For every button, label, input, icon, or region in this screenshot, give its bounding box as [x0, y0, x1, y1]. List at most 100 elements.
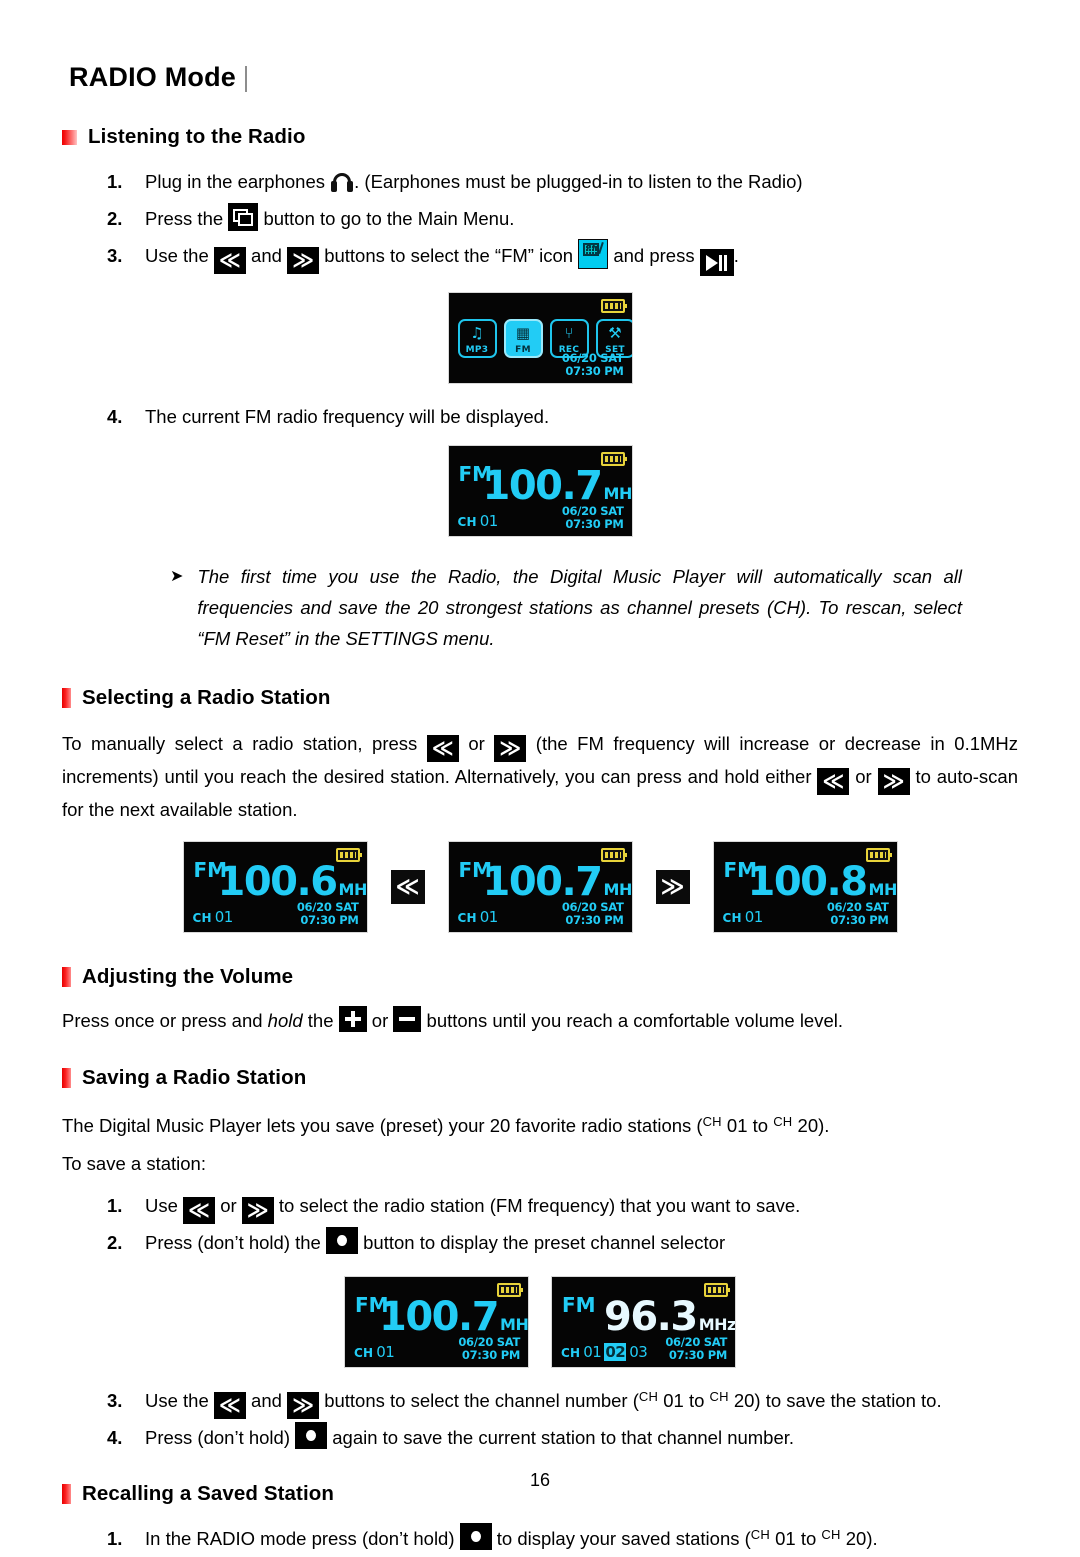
para-part2: or: [468, 733, 485, 754]
list-item: 3. Use the ≪ and ≫ buttons to select the…: [107, 237, 1018, 276]
lcd-time: 07:30 PM: [668, 1348, 727, 1362]
arrow-bullet-icon: ➤: [170, 568, 184, 585]
ch-option-3: 03: [629, 1343, 648, 1361]
page-number: 16: [529, 1470, 551, 1490]
next-button-icon: ≫: [655, 870, 690, 904]
step-text-before: Plug in the earphones: [145, 171, 325, 192]
lcd-datetime: 06/20 SAT 07:30 PM: [562, 901, 624, 927]
battery-icon: [600, 452, 627, 466]
step-number: 4.: [107, 1427, 123, 1448]
ch-label: CH: [457, 911, 477, 925]
step-num1: 01 to: [775, 1528, 817, 1549]
freq-unit: MHz: [698, 1315, 736, 1334]
title-divider: [245, 65, 247, 92]
freq-number: 100.8: [747, 859, 869, 905]
next-button-icon: ≫: [494, 735, 527, 762]
section-heading-listening: Listening to the Radio: [62, 125, 1018, 149]
record-select-button-icon: [325, 1227, 358, 1254]
headphones-icon: [330, 172, 354, 192]
battery-icon: [600, 848, 627, 862]
saving-steps-3-4: 3. Use the ≪ and ≫ buttons to select the…: [107, 1378, 1018, 1456]
ch-value: 01: [214, 908, 234, 926]
step-number: 3.: [107, 1390, 123, 1411]
step-num2: 20).: [845, 1528, 878, 1549]
mp3-glyph-icon: ♫: [470, 324, 484, 342]
step-text-after: . (Earphones must be plugged-in to liste…: [354, 171, 803, 192]
ch-option-2-selected: 02: [604, 1343, 627, 1361]
battery-icon: [335, 848, 362, 862]
saving-steps-1-2: 1. Use ≪ or ≫ to select the radio statio…: [107, 1187, 1018, 1261]
step-number: 1.: [107, 171, 123, 192]
previous-button-icon: ≪: [183, 1197, 216, 1224]
lcd-fm-label: FM: [562, 1293, 596, 1317]
heading-text: Saving a Radio Station: [82, 1066, 307, 1089]
step-text-part5: .: [733, 245, 739, 266]
ch-value: 01: [479, 512, 499, 530]
bullet-square-icon: [62, 129, 77, 145]
step-text-part2: to display your saved stations (: [496, 1528, 751, 1549]
ch-value: 01: [479, 908, 499, 926]
para-part2: the: [307, 1010, 334, 1031]
lcd-fm-screen-100-6: FM 100.6MHz CH01 06/20 SAT 07:30 PM: [182, 841, 368, 933]
step-text-part1: In the RADIO mode press (don’t hold): [145, 1528, 455, 1549]
list-item: 1. Plug in the earphones . (Earphones mu…: [107, 163, 1018, 200]
lcd-fm-screen-100-8: FM 100.8MHz CH01 06/20 SAT 07:30 PM: [712, 841, 898, 933]
ch-superscript: CH: [709, 1389, 729, 1404]
previous-button-icon: ≪: [213, 1392, 246, 1419]
step-text-part1: Press (don’t hold) the: [145, 1232, 321, 1253]
para-hold-emphasis: hold: [267, 1010, 303, 1031]
freq-number: 100.7: [482, 463, 604, 509]
section-heading-selecting: Selecting a Radio Station: [62, 686, 1018, 710]
step-text: The current FM radio frequency will be d…: [145, 406, 550, 427]
lcd-datetime: 06/20 SAT 07:30 PM: [562, 352, 624, 378]
previous-button-icon: ≪: [213, 247, 246, 274]
lcd-channel: CH 01: [723, 908, 764, 926]
ch-value: 01: [376, 1343, 395, 1361]
lcd-datetime: 06/20 SAT 07:30 PM: [665, 1336, 727, 1362]
list-item: 4. The current FM radio frequency will b…: [107, 398, 1018, 435]
lcd-datetime: 06/20 SAT 07:30 PM: [297, 901, 359, 927]
step-number: 2.: [107, 208, 123, 229]
note-text: The first time you use the Radio, the Di…: [197, 566, 962, 649]
step-text: In the RADIO mode press (don’t hold) to …: [145, 1516, 1018, 1557]
list-item: 1. Use ≪ or ≫ to select the radio statio…: [107, 1187, 1018, 1224]
menu-button-icon: [228, 203, 259, 231]
freq-unit: MHz: [338, 880, 367, 899]
play-pause-button-icon: [699, 249, 734, 276]
volume-down-button-icon: [393, 1006, 422, 1032]
lcd-channel: CH 01: [457, 908, 499, 926]
para-part3: or: [371, 1010, 389, 1031]
para-part4: or: [855, 766, 872, 787]
step-num1: 01 to: [663, 1390, 705, 1411]
next-button-icon: ≫: [241, 1197, 274, 1224]
list-item: 1. In the RADIO mode press (don’t hold) …: [107, 1516, 1018, 1557]
fm-glyph-icon: ▦: [515, 324, 531, 342]
record-select-button-icon: [459, 1523, 492, 1550]
list-item: 4. Press (don’t hold) again to save the …: [107, 1419, 1018, 1456]
heading-text: Selecting a Radio Station: [82, 686, 331, 709]
ch-label: CH: [192, 911, 212, 925]
bullet-square-icon: [62, 967, 71, 987]
selecting-paragraph: To manually select a radio station, pres…: [62, 729, 1018, 825]
heading-text: Listening to the Radio: [88, 125, 306, 148]
fm-icon-label: FM: [585, 244, 601, 253]
set-glyph-icon: ⚒: [608, 324, 622, 342]
lcd-channel-selector: CH 01 02 03: [561, 1343, 648, 1361]
next-button-icon: ≫: [877, 768, 910, 795]
page-title: RADIO Mode: [69, 62, 1018, 93]
page-title-text: RADIO Mode: [69, 62, 236, 92]
step-text-part1: Press (don’t hold): [145, 1427, 290, 1448]
step-number: 1.: [107, 1528, 123, 1549]
previous-button-icon: ≪: [426, 735, 459, 762]
step-text-part2: and: [251, 1390, 282, 1411]
battery-icon: [865, 848, 892, 862]
lcd-time: 07:30 PM: [565, 517, 624, 531]
step-text: Plug in the earphones . (Earphones must …: [145, 163, 1018, 200]
step-text-part3: buttons to select the channel number (: [324, 1390, 639, 1411]
lcd-main-menu-screen: ♫ MP3 ▦ FM ⑂ REC ⚒ SET 06/20 SAT 07:30 P…: [447, 292, 633, 384]
listening-steps: 1. Plug in the earphones . (Earphones mu…: [107, 163, 1018, 276]
step-text: Use the ≪ and ≫ buttons to select the ch…: [145, 1378, 1018, 1419]
record-select-button-icon: [295, 1422, 328, 1449]
para-part1: Press once or press and: [62, 1010, 263, 1031]
list-item: 2. Press (don’t hold) the button to disp…: [107, 1224, 1018, 1261]
